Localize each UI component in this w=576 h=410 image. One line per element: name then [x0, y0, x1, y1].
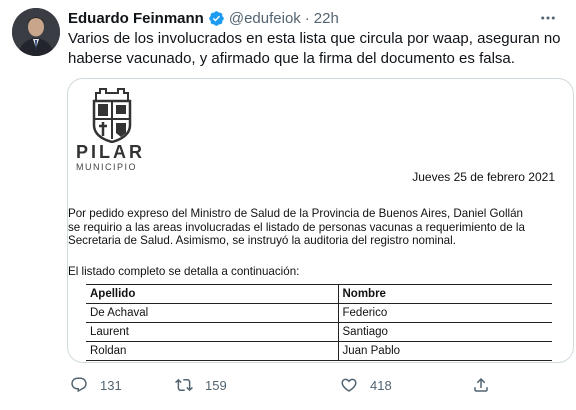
table-row: Laurent Santiago — [86, 322, 552, 342]
table-header-row: Apellido Nombre — [86, 284, 552, 304]
document-paragraph-line: Secretaria de Salud. Asimismo, se instru… — [68, 234, 456, 247]
more-options-icon[interactable] — [536, 6, 560, 30]
retweet-button[interactable]: 159 — [175, 372, 227, 398]
pilar-crest-logo — [92, 88, 132, 143]
like-button[interactable]: 418 — [340, 372, 392, 398]
document-paragraph-line: se requirio a las areas involucradas el … — [68, 220, 525, 234]
share-button[interactable] — [472, 372, 490, 398]
table-cell: Santiago — [338, 322, 552, 342]
heart-icon — [340, 376, 358, 394]
author-name[interactable]: Eduardo Feinmann — [68, 10, 204, 27]
table-cell: De Achaval — [86, 303, 339, 323]
tweet-text: Varios de los involucrados en esta lista… — [68, 30, 561, 67]
share-icon — [472, 376, 490, 394]
document-date: Jueves 25 de febrero 2021 — [412, 170, 555, 184]
table-row: De Achaval Federico — [86, 303, 552, 323]
avatar-image — [12, 8, 60, 56]
separator-dot: · — [304, 9, 310, 27]
verified-badge-icon — [208, 10, 225, 27]
table-cell: Juan Pablo — [338, 341, 552, 361]
document-paragraph: Por pedido expreso del Ministro de Salud… — [68, 207, 573, 248]
table-row: Roldan Juan Pablo — [86, 341, 552, 361]
reply-button[interactable]: 131 — [70, 372, 122, 398]
document-brand: PILAR — [76, 142, 145, 162]
reply-count: 131 — [100, 377, 122, 393]
retweet-count: 159 — [205, 377, 227, 393]
retweet-icon — [175, 376, 193, 394]
timestamp[interactable]: 22h — [314, 10, 339, 27]
table-cell: Laurent — [86, 322, 339, 342]
tweet[interactable]: Eduardo Feinmann @edufeiok · 22h Varios … — [0, 0, 576, 410]
like-count: 418 — [370, 377, 392, 393]
reply-icon — [70, 376, 88, 394]
author-handle[interactable]: @edufeiok — [229, 10, 301, 27]
table-header-cell: Nombre — [338, 284, 552, 304]
document-table: Apellido Nombre De Achaval Federico Laur… — [86, 284, 552, 361]
avatar[interactable] — [12, 8, 60, 56]
table-cell: Roldan — [86, 341, 339, 361]
document-intro: El listado completo se detalla a continu… — [68, 265, 300, 278]
document-paragraph-line: Por pedido expreso del Ministro de Salud… — [68, 207, 523, 220]
document-brand-sub: MUNICIPIO — [76, 162, 138, 172]
tweet-header: Eduardo Feinmann @edufeiok · 22h — [68, 8, 339, 28]
tweet-media-image[interactable]: PILAR MUNICIPIO Jueves 25 de febrero 202… — [67, 78, 574, 363]
table-header-cell: Apellido — [86, 284, 339, 304]
table-cell: Federico — [338, 303, 552, 323]
tweet-actions: 131 159 418 — [68, 372, 498, 398]
